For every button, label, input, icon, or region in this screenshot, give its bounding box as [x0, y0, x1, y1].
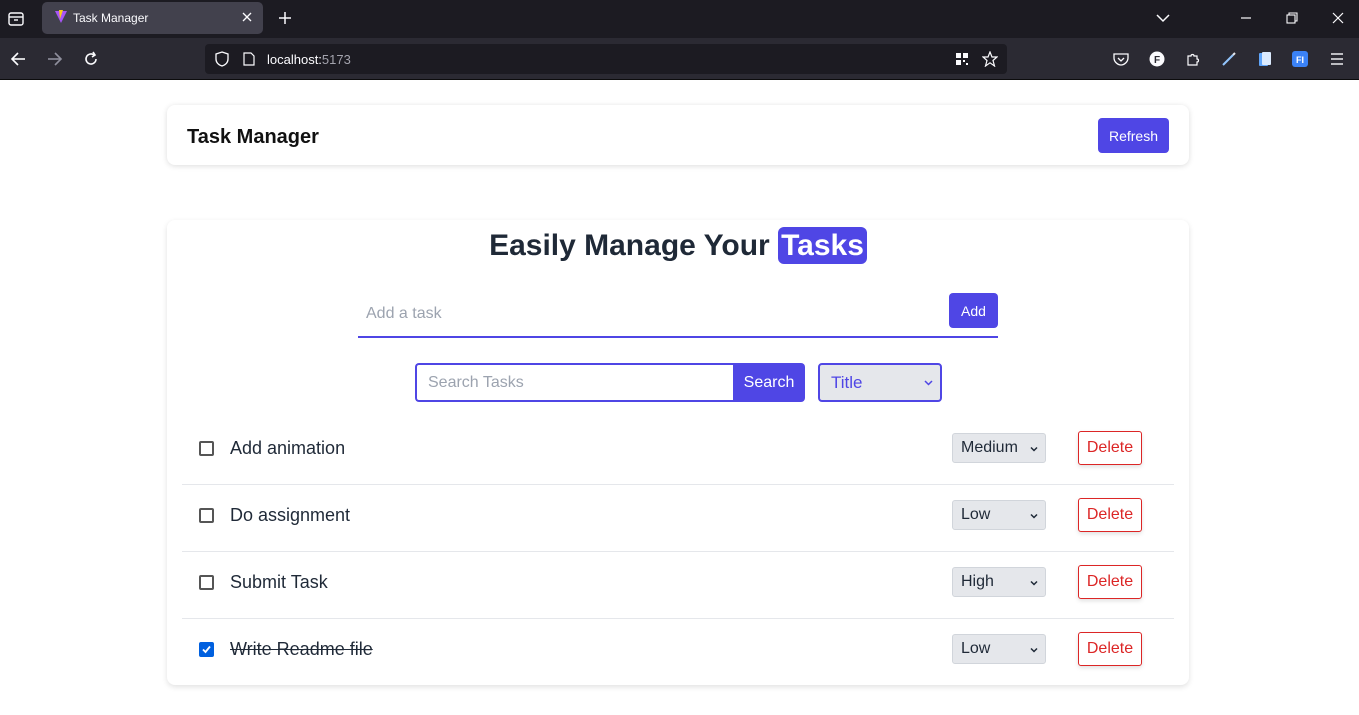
tab-close-icon[interactable]	[239, 9, 255, 25]
reload-icon[interactable]	[82, 50, 100, 68]
shield-icon[interactable]	[213, 50, 231, 68]
minimize-icon[interactable]	[1237, 9, 1255, 27]
delete-button[interactable]: Delete	[1078, 431, 1142, 465]
bookmark-star-icon[interactable]	[981, 50, 999, 68]
app-header: Task Manager Refresh	[167, 105, 1189, 165]
priority-value: Low	[961, 506, 991, 523]
tab-overview-icon[interactable]	[6, 9, 26, 29]
task-row: Submit Task High Delete	[182, 552, 1174, 619]
close-window-icon[interactable]	[1329, 9, 1347, 27]
account-icon[interactable]: F	[1148, 50, 1166, 68]
extensions-icon[interactable]	[1184, 50, 1202, 68]
url-text[interactable]: localhost:5173	[267, 52, 351, 67]
task-title: Submit Task	[230, 572, 328, 592]
chevron-down-icon	[1030, 580, 1038, 586]
add-task-input[interactable]	[358, 292, 943, 336]
menu-icon[interactable]	[1328, 50, 1346, 68]
tab-title: Task Manager	[73, 11, 149, 25]
priority-select[interactable]: Low	[952, 634, 1046, 664]
priority-value: High	[961, 573, 994, 590]
browser-navbar: localhost:5173 F FI	[0, 38, 1359, 80]
chevron-down-icon	[1030, 513, 1038, 519]
heading-highlight: Tasks	[778, 227, 867, 264]
add-button[interactable]: Add	[949, 293, 998, 328]
task-checkbox[interactable]	[199, 575, 214, 590]
browser-tab-strip: Task Manager	[0, 0, 1359, 38]
chevron-down-icon	[924, 380, 933, 386]
qr-code-icon[interactable]	[953, 50, 971, 68]
priority-value: Medium	[961, 439, 1018, 456]
vite-favicon-icon	[54, 10, 68, 24]
address-bar[interactable]: localhost:5173	[205, 44, 1007, 74]
back-icon[interactable]	[9, 50, 27, 68]
add-task-form: Add	[358, 292, 998, 338]
page-icon[interactable]	[240, 50, 258, 68]
task-card: Easily Manage Your Tasks Add Search Titl…	[167, 220, 1189, 685]
new-tab-icon[interactable]	[276, 9, 294, 27]
svg-text:F: F	[1154, 55, 1160, 66]
list-all-tabs-icon[interactable]	[1154, 9, 1172, 27]
sort-select[interactable]: Title	[818, 363, 942, 402]
color-picker-extension-icon[interactable]	[1220, 50, 1238, 68]
task-title: Add animation	[230, 438, 346, 458]
forward-icon[interactable]	[46, 50, 64, 68]
priority-select[interactable]: High	[952, 567, 1046, 597]
heading-text: Easily Manage Your	[489, 229, 770, 262]
fi-extension-icon[interactable]: FI	[1291, 50, 1309, 68]
restore-icon[interactable]	[1283, 9, 1301, 27]
task-title: Write Readme file	[230, 639, 373, 659]
sort-select-value: Title	[831, 372, 863, 392]
task-row: Do assignment Low Delete	[182, 485, 1174, 552]
task-row: Write Readme file Low Delete	[182, 619, 1174, 686]
delete-button[interactable]: Delete	[1078, 498, 1142, 532]
priority-select[interactable]: Low	[952, 500, 1046, 530]
search-button[interactable]: Search	[733, 363, 805, 402]
pocket-icon[interactable]	[1112, 50, 1130, 68]
priority-value: Low	[961, 640, 991, 657]
task-checkbox[interactable]	[199, 441, 214, 456]
chevron-down-icon	[1030, 647, 1038, 653]
delete-button[interactable]: Delete	[1078, 632, 1142, 666]
check-icon	[202, 645, 211, 654]
chevron-down-icon	[1030, 446, 1038, 452]
task-checkbox[interactable]	[199, 508, 214, 523]
search-input[interactable]	[415, 363, 734, 402]
refresh-button[interactable]: Refresh	[1098, 118, 1169, 153]
file-extension-icon[interactable]	[1256, 50, 1274, 68]
priority-select[interactable]: Medium	[952, 433, 1046, 463]
task-checkbox[interactable]	[199, 642, 214, 657]
page-heading: Easily Manage Your Tasks	[167, 227, 1189, 264]
task-row: Add animation Medium Delete	[182, 418, 1174, 485]
svg-text:FI: FI	[1296, 55, 1304, 65]
app-title: Task Manager	[187, 126, 319, 148]
task-title: Do assignment	[230, 505, 351, 525]
delete-button[interactable]: Delete	[1078, 565, 1142, 599]
browser-tab-task-manager[interactable]: Task Manager	[42, 2, 263, 34]
